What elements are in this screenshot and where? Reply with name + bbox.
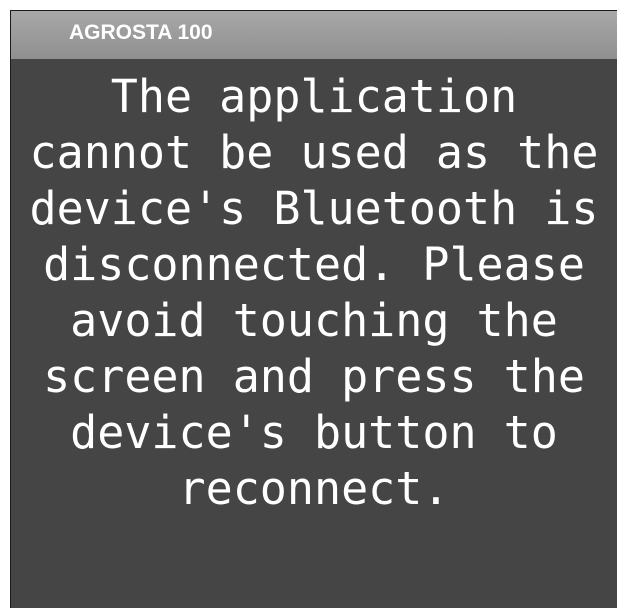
app-screen: AGROSTA 100 The application cannot be us… <box>10 10 617 608</box>
app-title: AGROSTA 100 <box>69 21 213 44</box>
bluetooth-disconnected-message-area: The application cannot be used as the de… <box>11 69 617 608</box>
title-bar: AGROSTA 100 <box>11 11 617 59</box>
bluetooth-disconnected-message: The application cannot be used as the de… <box>29 70 599 515</box>
